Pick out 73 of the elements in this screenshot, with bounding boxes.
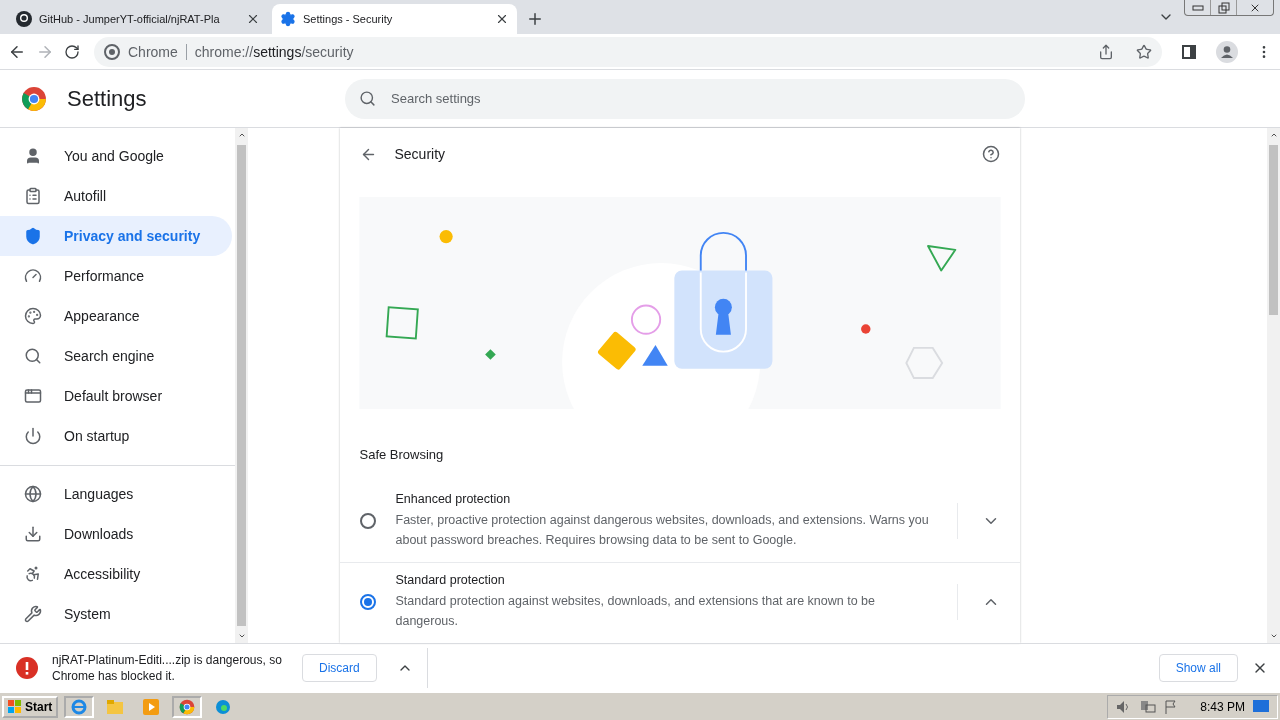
sidebar-item-icon <box>24 525 42 543</box>
sidebar-item-icon <box>24 267 42 285</box>
search-icon <box>359 89 376 107</box>
sidebar-item-icon <box>24 227 42 245</box>
site-label: Chrome <box>128 43 178 60</box>
sidebar-item[interactable]: Autofill <box>0 176 232 216</box>
sidebar-item[interactable]: Default browser <box>0 376 232 416</box>
sidebar-item-icon <box>24 387 42 405</box>
scroll-down-icon[interactable] <box>1269 632 1278 640</box>
restore-icon[interactable] <box>1217 1 1230 14</box>
page-title: Security <box>394 146 447 163</box>
sidebar-item[interactable]: Appearance <box>0 296 232 336</box>
sidebar-item[interactable]: System <box>0 594 232 634</box>
sidebar-item-icon <box>24 565 42 583</box>
windows-logo-icon <box>8 699 22 714</box>
sidebar-item-icon <box>24 187 42 205</box>
scrollbar[interactable] <box>1267 128 1280 643</box>
flag-icon[interactable] <box>1164 699 1179 714</box>
browser-tab[interactable]: Settings - Security <box>272 4 517 34</box>
bookmark-star-icon[interactable] <box>1136 43 1152 60</box>
sidebar-item[interactable]: Downloads <box>0 514 232 554</box>
settings-icon <box>280 11 296 27</box>
scroll-up-icon[interactable] <box>1269 131 1278 139</box>
sidebar-item[interactable]: Search engine <box>0 336 232 376</box>
sidebar-item-icon <box>24 427 42 445</box>
option-description: Faster, proactive protection against dangerous websites, downloads, and extensions. Warns you about password breaches. Requires browsing data to be sent to Google. <box>395 512 930 549</box>
share-icon[interactable] <box>1098 43 1114 60</box>
start-button[interactable]: Start <box>2 695 59 718</box>
sidebar-item[interactable]: Performance <box>0 256 232 296</box>
chrome-logo-icon <box>21 85 47 112</box>
desktop-icon[interactable] <box>1253 699 1269 714</box>
sidebar-item-icon <box>24 307 42 325</box>
help-icon[interactable] <box>981 145 1000 164</box>
show-all-button[interactable]: Show all <box>1158 654 1238 682</box>
sidebar-item-icon <box>24 347 42 365</box>
close-icon[interactable] <box>495 12 509 26</box>
option-description: Standard protection against websites, downloads, and extensions that are known to be dangerous. <box>395 593 876 630</box>
minimize-icon[interactable] <box>1191 4 1204 11</box>
radio-button[interactable] <box>359 594 376 610</box>
close-icon[interactable] <box>246 12 260 26</box>
address-bar[interactable]: Chrome chrome://settings/security <box>94 36 1162 67</box>
sidebar-item[interactable]: Accessibility <box>0 554 232 594</box>
url-text: chrome://settings/security <box>194 43 354 60</box>
chrome-logo-icon <box>179 698 196 715</box>
sidebar-item[interactable]: Languages <box>0 474 232 514</box>
settings-title: Settings <box>67 85 147 112</box>
sidebar-item-icon <box>24 485 42 503</box>
download-warning: njRAT-Platinum-Editi....zip is dangerous, so Chrome has blocked it. <box>52 652 283 684</box>
scrollbar-thumb[interactable] <box>237 145 246 626</box>
sidebar-item-icon <box>24 147 42 165</box>
scrollbar[interactable] <box>235 128 248 643</box>
sidebar-item-icon <box>24 605 42 623</box>
search-field[interactable]: Search settings <box>345 78 1025 119</box>
reload-icon[interactable] <box>64 43 80 60</box>
browser-tab[interactable]: GitHub - JumperYT-official/njRAT-Pla <box>8 4 268 34</box>
scroll-up-icon[interactable] <box>237 131 246 139</box>
option-title: Standard protection <box>395 573 506 587</box>
warning-icon <box>16 657 38 679</box>
scrollbar-thumb[interactable] <box>1269 145 1278 315</box>
option-title: Enhanced protection <box>395 492 512 506</box>
side-panel-icon[interactable] <box>1182 44 1196 59</box>
sidebar-item[interactable]: On startup <box>0 416 232 456</box>
radio-button[interactable] <box>359 513 376 529</box>
sidebar-item[interactable]: Privacy and security <box>0 216 232 256</box>
chrome-logo-icon <box>104 43 120 60</box>
section-title: Safe Browsing <box>358 446 445 464</box>
sidebar-item[interactable]: You and Google <box>0 136 232 176</box>
clock: 8:43 PM <box>1200 699 1245 714</box>
discard-button[interactable]: Discard <box>302 654 377 682</box>
new-tab-icon[interactable] <box>526 10 544 28</box>
profile-avatar-icon[interactable] <box>1216 40 1238 63</box>
scroll-down-icon[interactable] <box>237 632 246 640</box>
network-icon[interactable] <box>1140 699 1157 714</box>
